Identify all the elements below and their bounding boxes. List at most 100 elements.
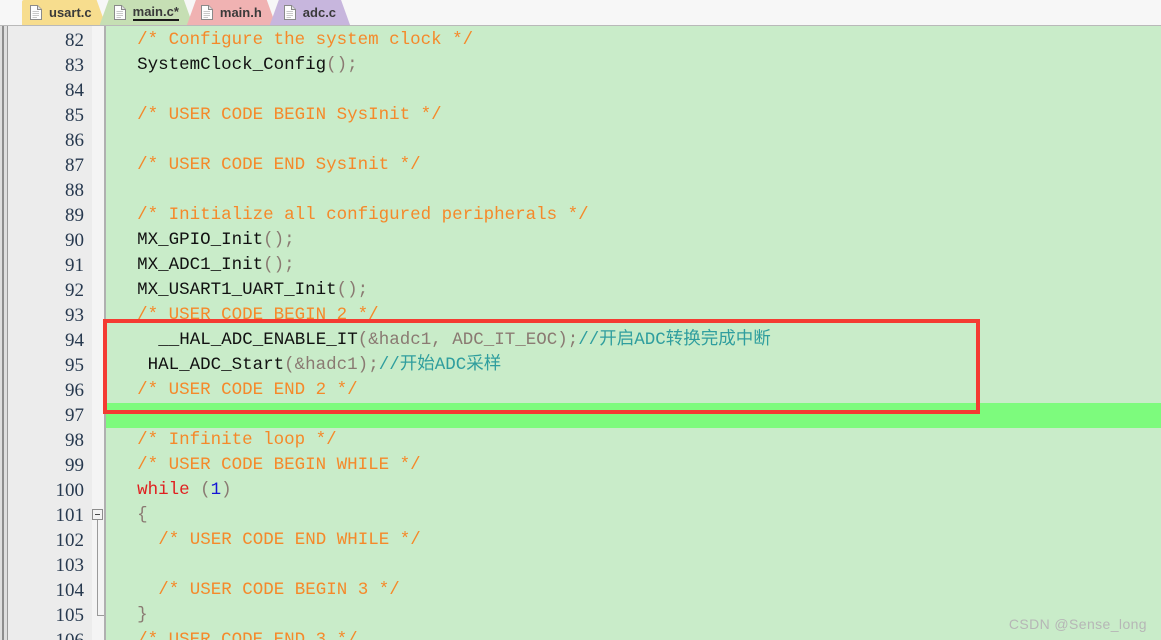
- code-editor[interactable]: 82 83 84 85 86 87 88 89 90 91 92 93 94 95 96 97 98 99 100 1…: [0, 26, 1161, 640]
- line-number: 106: [8, 628, 85, 640]
- code-token-cmt2: //开始ADC采样: [378, 355, 502, 375]
- code-token-cmt: /* USER CODE END 3 */: [137, 630, 358, 640]
- code-line[interactable]: /* USER CODE END WHILE */: [158, 528, 421, 553]
- code-token-fn: MX_USART1_UART_Init: [137, 280, 337, 300]
- code-line[interactable]: MX_ADC1_Init();: [137, 253, 295, 278]
- code-line[interactable]: /* USER CODE END 2 */: [137, 378, 358, 403]
- code-line[interactable]: /* USER CODE BEGIN 3 */: [158, 578, 400, 603]
- code-token-fn: SystemClock_Config: [137, 55, 327, 75]
- code-line[interactable]: }: [137, 603, 148, 628]
- line-number: 90: [65, 230, 84, 251]
- editor-tab-adcc[interactable]: adc.c: [270, 0, 350, 25]
- editor-tab-mainc[interactable]: main.c*: [100, 0, 193, 25]
- editor-left-rail: [0, 26, 8, 640]
- code-token-fn: __HAL_ADC_ENABLE_IT: [158, 330, 358, 350]
- code-token-cmt: /* USER CODE END WHILE */: [158, 530, 421, 550]
- code-line[interactable]: /* Configure the system clock */: [137, 28, 473, 53]
- line-number: 82: [65, 30, 84, 51]
- code-token-fn: MX_ADC1_Init: [137, 255, 264, 275]
- code-token-cmt: /* USER CODE END SysInit */: [137, 155, 421, 175]
- document-icon: [30, 5, 42, 20]
- code-token-pun: ;: [567, 330, 579, 350]
- code-token-pun: ();: [326, 55, 358, 75]
- code-token-fn: HAL_ADC_Start: [147, 355, 285, 375]
- line-number: 83: [65, 55, 84, 76]
- line-number: 86: [65, 130, 84, 151]
- code-line[interactable]: HAL_ADC_Start(&hadc1);//开始ADC采样: [148, 353, 502, 378]
- code-line[interactable]: /* Initialize all configured peripherals…: [137, 203, 589, 228]
- code-line[interactable]: /* USER CODE BEGIN SysInit */: [137, 103, 442, 128]
- code-token-pun: ();: [263, 230, 295, 250]
- code-line[interactable]: /* USER CODE END 3 */: [137, 628, 358, 640]
- code-token-cmt: /* USER CODE BEGIN WHILE */: [137, 455, 421, 475]
- code-token-pun: }: [137, 605, 148, 625]
- line-number: 85: [65, 105, 84, 126]
- code-token-pun: ();: [263, 255, 295, 275]
- document-icon: [201, 5, 213, 20]
- line-number: 100: [55, 480, 85, 501]
- editor-tab-label: main.h: [219, 5, 262, 20]
- code-line[interactable]: /* Infinite loop */: [137, 428, 337, 453]
- code-line[interactable]: MX_GPIO_Init();: [137, 228, 295, 253]
- code-line[interactable]: while (1): [137, 478, 232, 503]
- line-number: 101: [55, 505, 85, 526]
- line-number: 105: [55, 605, 85, 626]
- document-icon: [284, 5, 296, 20]
- line-number: 102: [55, 530, 85, 551]
- code-line[interactable]: MX_USART1_UART_Init();: [137, 278, 368, 303]
- code-token-cmt: /* Initialize all configured peripherals…: [137, 205, 589, 225]
- code-token-pun: ): [221, 480, 232, 500]
- code-token-pun: (: [189, 480, 211, 500]
- watermark: CSDN @Sense_long: [1008, 616, 1147, 632]
- fold-region-end-tick: [97, 615, 104, 616]
- code-token-cmt: /* USER CODE END 2 */: [137, 380, 358, 400]
- code-token-fn: MX_GPIO_Init: [137, 230, 264, 250]
- code-folding-margin[interactable]: [92, 26, 106, 640]
- code-token-pun: ;: [368, 355, 379, 375]
- code-token-pun: (&hadc1, ADC_IT_EOC): [357, 330, 568, 350]
- code-token-cmt: /* Infinite loop */: [137, 430, 337, 450]
- code-token-cmt2: //开启ADC转换完成中断: [578, 330, 771, 350]
- code-token-num: 1: [210, 480, 222, 500]
- line-number: 89: [65, 205, 84, 226]
- code-line[interactable]: __HAL_ADC_ENABLE_IT(&hadc1, ADC_IT_EOC);…: [158, 328, 771, 353]
- current-line-highlight: [106, 403, 1161, 428]
- fold-region-line: [97, 520, 98, 615]
- code-token-cmt: /* Configure the system clock */: [137, 30, 474, 50]
- line-number: 97: [65, 405, 84, 426]
- line-number: 96: [65, 380, 84, 401]
- editor-tab-usartc[interactable]: usart.c: [22, 0, 106, 25]
- editor-tab-bar: usart.c main.c* main.h adc.c: [0, 0, 1161, 26]
- code-text-area[interactable]: /* Configure the system clock */ SystemCl…: [106, 26, 1161, 640]
- line-number: 91: [65, 255, 84, 276]
- code-line[interactable]: /* USER CODE BEGIN 2 */: [137, 303, 379, 328]
- editor-tab-mainh[interactable]: main.h: [187, 0, 276, 25]
- line-number-gutter: 82 83 84 85 86 87 88 89 90 91 92 93 94 95 96 97 98 99 100 1…: [8, 26, 92, 640]
- line-number: 88: [65, 180, 84, 201]
- line-number: 103: [55, 555, 85, 576]
- code-token-cmt: /* USER CODE BEGIN 3 */: [158, 580, 400, 600]
- code-token-kw: while: [137, 480, 190, 500]
- code-line[interactable]: /* USER CODE BEGIN WHILE */: [137, 453, 421, 478]
- fold-collapse-button[interactable]: [92, 509, 103, 520]
- editor-tab-label: adc.c: [302, 5, 337, 20]
- line-number: 93: [65, 305, 84, 326]
- editor-tab-label: main.c*: [132, 4, 179, 19]
- editor-tab-label: usart.c: [49, 5, 92, 20]
- line-number: 84: [65, 80, 84, 101]
- code-token-pun: (&hadc1): [284, 355, 369, 375]
- line-number: 104: [55, 580, 85, 601]
- code-token-cmt: /* USER CODE BEGIN SysInit */: [137, 105, 442, 125]
- line-number: 98: [65, 430, 84, 451]
- code-token-pun: ();: [336, 280, 369, 300]
- code-token-cmt: /* USER CODE BEGIN 2 */: [137, 305, 379, 325]
- line-number: 99: [65, 455, 84, 476]
- line-number: 92: [65, 280, 84, 301]
- code-line[interactable]: SystemClock_Config();: [137, 53, 358, 78]
- line-number: 87: [65, 155, 84, 176]
- line-number: 94: [65, 330, 84, 351]
- code-line[interactable]: /* USER CODE END SysInit */: [137, 153, 421, 178]
- document-icon: [114, 5, 126, 20]
- code-token-pun: {: [137, 505, 148, 525]
- code-line[interactable]: {: [137, 503, 148, 528]
